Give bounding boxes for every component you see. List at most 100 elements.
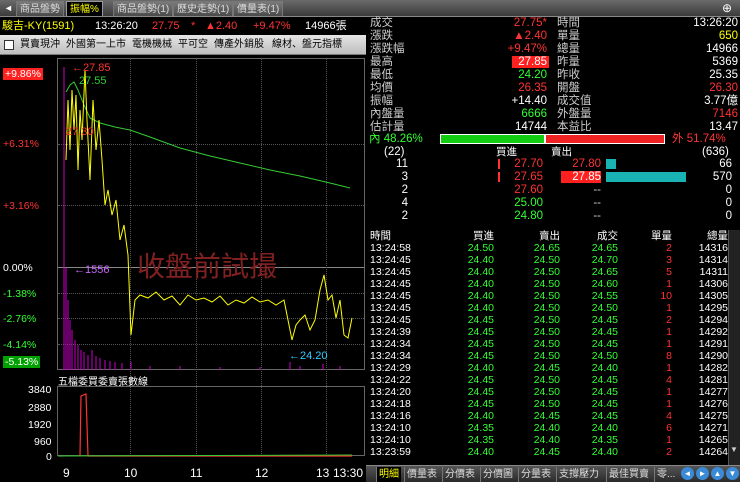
quote-value: 14744	[515, 121, 547, 133]
ask-depth-bar	[606, 172, 686, 182]
tick-row: 13:24:29 24.40 24.45 24.40 1 14282	[370, 362, 728, 374]
next-tab-icon[interactable]: ►	[696, 467, 709, 480]
tab-price-distribution[interactable]: 分價表	[442, 467, 477, 482]
tab-best-bidask[interactable]: 最佳買賣	[606, 467, 651, 482]
tab-price-chart[interactable]: 分價圖	[480, 467, 515, 482]
quote-label: 總量	[557, 43, 580, 55]
quote-value: 650	[718, 30, 738, 42]
tab-details[interactable]: 明細	[376, 467, 401, 482]
tick-row: 13:24:16 24.40 24.45 24.45 4 14275	[370, 410, 728, 422]
tab-price-volume[interactable]: 價量表	[404, 467, 439, 482]
outer-ratio-bar	[545, 134, 665, 144]
quote-label: 本益比	[557, 121, 592, 133]
tick-row: 13:24:45 24.40 24.50 24.50 1 14295	[370, 302, 728, 314]
quote-value: 27.75*	[513, 17, 547, 29]
bid-qty: 2	[401, 210, 408, 222]
bid-depth-bar	[498, 172, 500, 182]
quote-label: 振幅	[370, 95, 393, 107]
bid-price: 24.80	[514, 210, 543, 222]
tick-row: 13:24:45 24.40 24.50 24.65 5 14311	[370, 266, 728, 278]
bid-depth-bar	[498, 159, 500, 169]
quote-label: 估計量	[370, 121, 405, 133]
ask-header: 賣出	[551, 146, 572, 158]
ask-price: --	[593, 184, 601, 196]
bid-price: 27.70	[514, 158, 543, 170]
quote-label: 漲跌	[370, 30, 393, 42]
ask-price: 27.85	[561, 171, 601, 183]
tick-row: 13:24:45 24.40 24.50 24.60 1 14306	[370, 278, 728, 290]
ask-qty: 66	[719, 158, 732, 170]
tick-row: 13:24:34 24.45 24.50 24.45 1 14291	[370, 338, 728, 350]
quote-label: 漲跌幅	[370, 43, 405, 55]
quote-value-high: 27.85	[512, 56, 549, 68]
ask-price: 27.80	[572, 158, 601, 170]
quote-label: 均價	[370, 82, 393, 94]
quote-value: 24.20	[518, 69, 547, 81]
x-label: 13:30	[333, 466, 364, 480]
quote-label: 外盤量	[557, 108, 592, 120]
bid-price: 25.00	[514, 197, 543, 209]
scroll-down-icon[interactable]: ▼	[730, 445, 739, 454]
ask-price: --	[593, 197, 601, 209]
bid-price: 27.65	[514, 171, 543, 183]
quote-value: 7146	[712, 108, 738, 120]
quote-label: 最高	[370, 56, 393, 68]
quote-value: 3.77億	[704, 95, 738, 107]
quote-label: 時間	[557, 17, 580, 29]
down-icon[interactable]: ▼	[726, 467, 739, 480]
ask-qty: 0	[725, 184, 732, 196]
tick-row: 13:24:39 24.45 24.50 24.45 1 14292	[370, 326, 728, 338]
tick-row: 13:24:45 24.40 24.50 24.55 10 14305	[370, 290, 728, 302]
inner-ratio-bar	[440, 134, 545, 144]
bid-qty: 3	[401, 171, 408, 183]
tick-row: 13:24:20 24.45 24.50 24.45 1 14277	[370, 386, 728, 398]
tick-row: 13:24:34 24.45 24.50 24.50 8 14290	[370, 350, 728, 362]
quote-value: +9.47%	[507, 43, 547, 55]
x-label: 11	[190, 466, 203, 480]
quote-label: 開盤	[557, 82, 580, 94]
ask-depth-bar	[606, 159, 616, 169]
tick-row: 13:24:45 24.45 24.50 24.45 2 14294	[370, 314, 728, 326]
bid-total: (22)	[384, 146, 405, 158]
tick-row: 13:24:10 24.35 24.40 24.35 1 14265	[370, 434, 728, 446]
quote-label: 昨收	[557, 69, 580, 81]
quote-label: 內盤量	[370, 108, 405, 120]
x-label: 9	[63, 466, 70, 480]
inner-ratio: 內 48.26%	[369, 133, 423, 145]
outer-ratio: 外 51.74%	[672, 133, 726, 145]
quote-value: ▲2.40	[513, 30, 547, 42]
quote-value: 26.35	[518, 82, 547, 94]
tick-header-row: 時間 買進 賣出 成交 單量 總量	[370, 230, 728, 242]
ask-qty: 0	[725, 197, 732, 209]
tick-row: 13:24:22 24.45 24.50 24.45 4 14281	[370, 374, 728, 386]
bid-header: 買進	[496, 146, 517, 158]
tick-row: 13:24:18 24.45 24.50 24.45 1 14276	[370, 398, 728, 410]
tick-scrollbar[interactable]: ▼	[728, 230, 740, 465]
zoom-icon[interactable]: ⊕	[722, 1, 732, 15]
quote-label: 昨量	[557, 56, 580, 68]
tab-support-resistance[interactable]: 支撐壓力	[556, 467, 601, 482]
ask-qty: 0	[725, 210, 732, 222]
tick-row: 13:24:10 24.35 24.40 24.40 6 14271	[370, 422, 728, 434]
up-icon[interactable]: ▲	[711, 467, 724, 480]
tick-row: 13:24:58 24.50 24.65 24.65 2 14316	[370, 242, 728, 254]
tick-row: 13:24:45 24.40 24.50 24.70 3 14314	[370, 254, 728, 266]
tab-odd-lot[interactable]: 零...	[654, 467, 677, 482]
bid-price: 27.60	[514, 184, 543, 196]
tick-row: 13:23:59 24.40 24.45 24.40 2 14264	[370, 446, 728, 458]
ask-total: (636)	[702, 146, 729, 158]
quote-value: 6666	[521, 108, 547, 120]
quote-value: 25.35	[709, 69, 738, 81]
bid-qty: 11	[396, 158, 408, 170]
ask-price: --	[593, 210, 601, 222]
quote-value: 5369	[712, 56, 738, 68]
quote-value: 26.30	[709, 82, 738, 94]
order-volume-chart	[57, 393, 353, 457]
bid-qty: 4	[401, 197, 408, 209]
prev-tab-icon[interactable]: ◄	[681, 467, 694, 480]
ask-qty: 570	[712, 171, 732, 183]
tab-volume-distribution[interactable]: 分量表	[518, 467, 553, 482]
quote-value: 14966	[706, 43, 738, 55]
x-label: 12	[255, 466, 269, 480]
x-label: 10	[124, 466, 138, 480]
